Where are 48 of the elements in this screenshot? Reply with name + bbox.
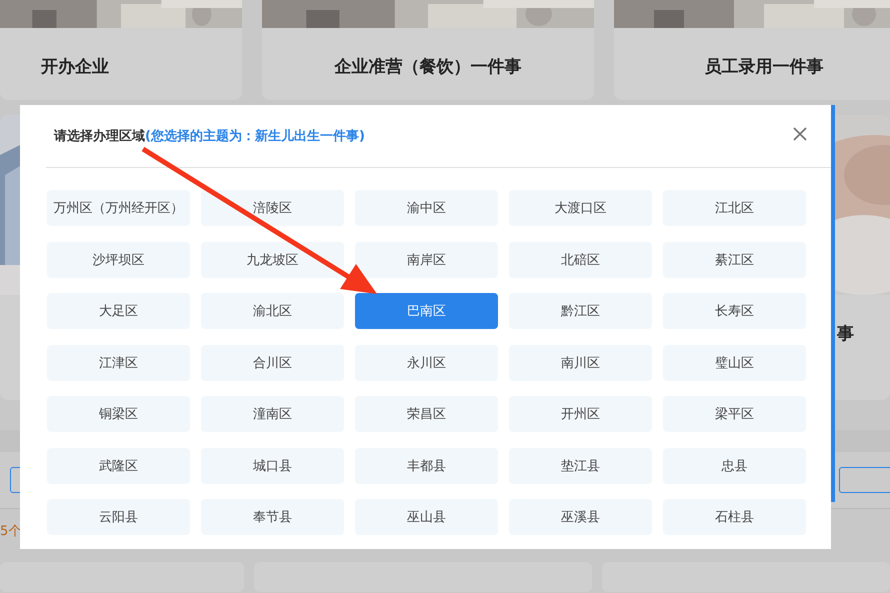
card-title: 开办企业: [40, 56, 110, 78]
district-option[interactable]: 云阳县: [47, 499, 190, 535]
close-icon[interactable]: [792, 126, 808, 142]
district-option[interactable]: 合川区: [201, 344, 344, 380]
district-option[interactable]: 九龙坡区: [201, 242, 344, 278]
service-card[interactable]: 开办企业: [0, 0, 242, 100]
dialog-subtitle: (您选择的主题为：新生儿出生一件事): [145, 128, 365, 145]
district-option[interactable]: 南川区: [509, 344, 652, 380]
district-option[interactable]: 北碚区: [509, 242, 652, 278]
district-option[interactable]: 长寿区: [663, 293, 806, 329]
district-option[interactable]: 大渡口区: [509, 190, 652, 226]
result-count: 5个: [0, 523, 22, 540]
district-option[interactable]: 綦江区: [663, 242, 806, 278]
district-option[interactable]: 渝中区: [355, 190, 498, 226]
service-card[interactable]: 员工录用一件事: [614, 0, 890, 100]
district-option[interactable]: 荣昌区: [355, 396, 498, 432]
district-option[interactable]: 黔江区: [509, 293, 652, 329]
district-option[interactable]: 铜梁区: [47, 396, 190, 432]
district-option[interactable]: 万州区（万州经开区）: [47, 190, 190, 226]
input-field[interactable]: [839, 467, 890, 493]
district-option[interactable]: 南岸区: [355, 242, 498, 278]
district-option[interactable]: 开州区: [509, 396, 652, 432]
district-option[interactable]: 渝北区: [201, 293, 344, 329]
service-card[interactable]: 企业准营（餐饮）一件事: [262, 0, 594, 100]
district-option[interactable]: 大足区: [47, 293, 190, 329]
district-option[interactable]: 江北区: [663, 190, 806, 226]
district-option[interactable]: 丰都县: [355, 448, 498, 484]
district-option[interactable]: 璧山区: [663, 344, 806, 380]
district-option[interactable]: 石柱县: [663, 499, 806, 535]
district-option[interactable]: 巴南区: [355, 293, 498, 329]
district-option[interactable]: 巫山县: [355, 499, 498, 535]
district-option[interactable]: 涪陵区: [201, 190, 344, 226]
district-option[interactable]: 忠县: [663, 448, 806, 484]
dialog-title: 请选择办理区域: [52, 128, 145, 145]
district-option[interactable]: 江津区: [47, 344, 190, 380]
district-option[interactable]: 永川区: [355, 344, 498, 380]
district-option[interactable]: 潼南区: [201, 396, 344, 432]
district-option[interactable]: 奉节县: [201, 499, 344, 535]
district-option[interactable]: 沙坪坝区: [47, 242, 190, 278]
district-option[interactable]: 垫江县: [509, 448, 652, 484]
district-option[interactable]: 巫溪县: [509, 499, 652, 535]
district-option[interactable]: 城口县: [201, 448, 344, 484]
scrollbar[interactable]: [831, 105, 835, 502]
card-title: 事: [837, 323, 854, 345]
district-option[interactable]: 梁平区: [663, 396, 806, 432]
card-title: 企业准营（餐饮）一件事: [333, 56, 522, 78]
district-option[interactable]: 武隆区: [47, 448, 190, 484]
card-title: 员工录用一件事: [704, 56, 824, 78]
